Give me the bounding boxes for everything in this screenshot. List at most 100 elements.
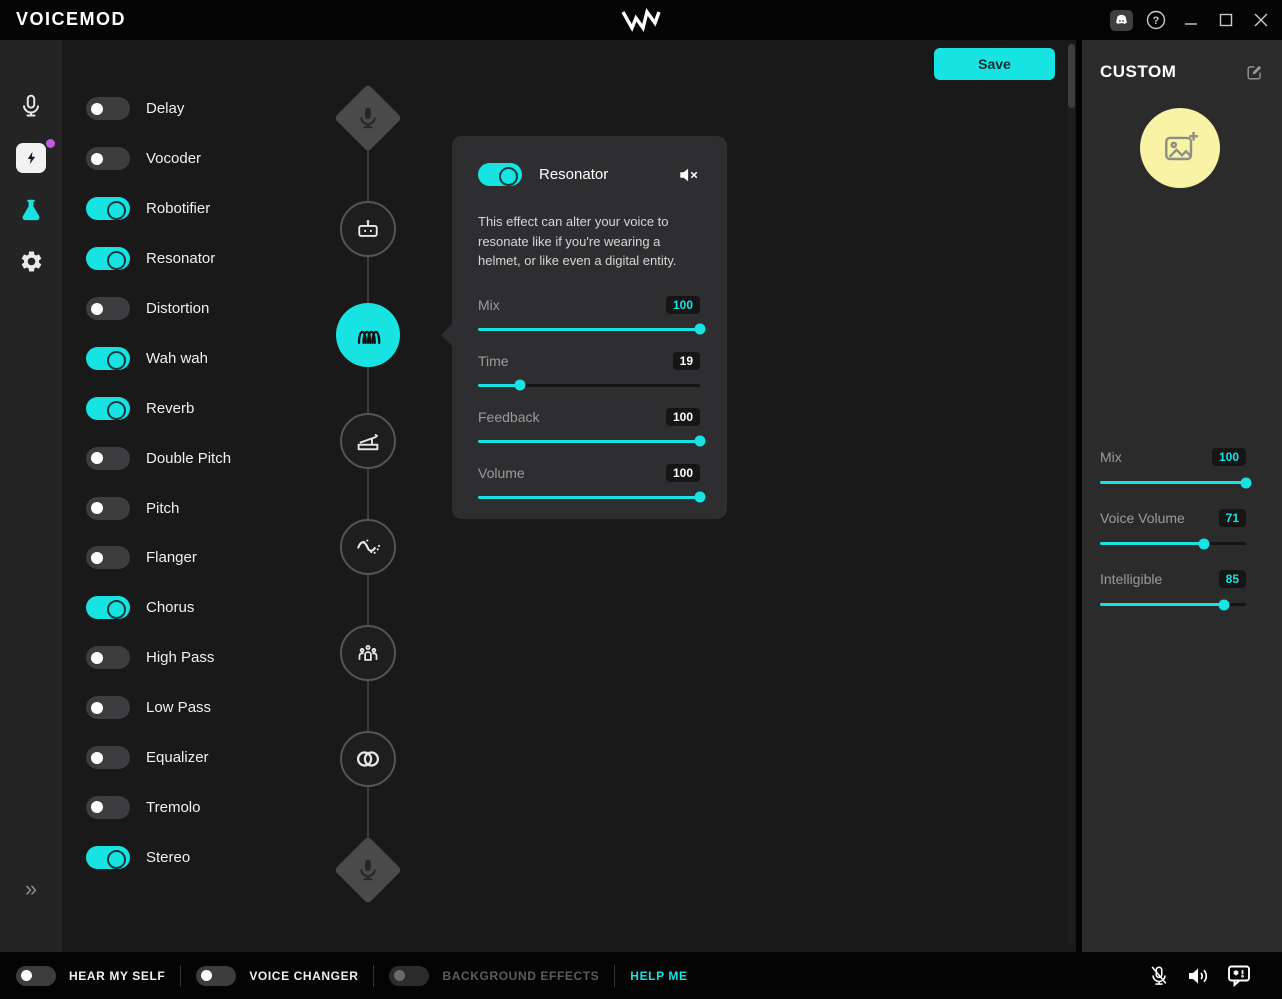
toggle-hear-my-self[interactable] [16,966,56,986]
coil-icon [350,317,386,353]
chain-node-reverb[interactable] [340,519,396,575]
effect-toggle-stereo[interactable] [86,846,130,869]
effect-toggle-high-pass[interactable] [86,646,130,669]
effect-toggle-wah-wah[interactable] [86,347,130,370]
bottom-label: HEAR MY SELF [69,969,165,983]
slider-value-badge: 100 [666,296,700,314]
mic-muted-icon[interactable] [1148,964,1170,988]
toggle-background-effects[interactable] [389,966,429,986]
sidebar-item-flask[interactable] [0,188,62,232]
effect-toggle-delay[interactable] [86,97,130,120]
slider-track[interactable] [1100,542,1246,545]
slider-thumb[interactable] [515,380,526,391]
effect-toggle-reverb[interactable] [86,397,130,420]
help-me-link[interactable]: HELP ME [630,969,687,983]
chain-node-robotifier[interactable] [340,201,396,257]
effect-toggle-robotifier[interactable] [86,197,130,220]
edit-icon[interactable] [1245,63,1264,82]
chain-node-wah-wah[interactable] [340,413,396,469]
app-title: VOICEMOD [16,9,126,30]
effect-label: Distortion [146,300,209,317]
effect-label: High Pass [146,649,214,666]
divider [614,965,615,987]
voicemod-window: VOICEMOD ? [0,0,1282,999]
slider-thumb[interactable] [1241,477,1252,488]
effect-toggle-vocoder[interactable] [86,147,130,170]
slider-thumb[interactable] [1198,538,1209,549]
effect-row-high-pass: High Pass [86,633,231,683]
sidebar-expand-chevrons[interactable]: » [0,876,62,902]
slider-track[interactable] [478,440,700,443]
resonator-popup-toggle[interactable] [478,163,522,186]
slider-track[interactable] [478,384,700,387]
effect-row-tremolo: Tremolo [86,782,231,832]
chain-node-input-mic[interactable] [334,84,402,152]
bottom-toggles: HEAR MY SELFVOICE CHANGERBACKGROUND EFFE… [16,965,599,987]
sidebar-item-voicelab[interactable] [0,136,62,180]
popup-slider-time: Time19 [478,351,700,387]
pedal-icon [353,426,383,456]
slider-label: Voice Volume [1100,510,1185,526]
effect-label: Delay [146,100,184,117]
sidebar-item-settings[interactable] [0,239,62,283]
scrollbar-thumb[interactable] [1068,44,1075,108]
avatar-add-image[interactable] [1140,108,1220,188]
popup-arrow [441,324,452,346]
help-icon[interactable]: ? [1143,7,1169,33]
slider-thumb[interactable] [695,492,706,503]
sidebar-item-microphone[interactable] [0,84,62,128]
titlebar: VOICEMOD ? [0,0,1282,40]
speaker-muted-icon[interactable] [678,166,700,184]
effect-toggle-chorus[interactable] [86,596,130,619]
effect-row-delay: Delay [86,84,231,134]
effect-toggle-equalizer[interactable] [86,746,130,769]
slider-track[interactable] [478,496,700,499]
effect-toggle-resonator[interactable] [86,247,130,270]
effect-label: Robotifier [146,200,210,217]
maximize-icon[interactable] [1213,7,1239,33]
minimize-icon[interactable] [1178,7,1204,33]
discord-icon[interactable] [1108,7,1134,33]
slider-value-badge: 85 [1219,570,1246,588]
slider-value-badge: 19 [673,352,700,370]
effect-toggle-tremolo[interactable] [86,796,130,819]
effect-row-double-pitch: Double Pitch [86,433,231,483]
bottom-label: BACKGROUND EFFECTS [442,969,599,983]
slider-thumb[interactable] [1219,599,1230,610]
chain-node-resonator[interactable] [336,303,400,367]
slider-track[interactable] [478,328,700,331]
bolt-icon [16,143,46,173]
effect-label: Vocoder [146,150,201,167]
voicelab-main: DelayVocoderRobotifierResonatorDistortio… [62,40,1076,952]
effect-toggle-pitch[interactable] [86,497,130,520]
effect-row-stereo: Stereo [86,832,231,882]
slider-thumb[interactable] [695,324,706,335]
effect-toggle-flanger[interactable] [86,546,130,569]
slider-track[interactable] [1100,481,1246,484]
chain-node-chorus[interactable] [340,625,396,681]
close-icon[interactable] [1248,7,1274,33]
slider-thumb[interactable] [695,436,706,447]
effect-toggle-distortion[interactable] [86,297,130,320]
popup-description: This effect can alter your voice to reso… [478,212,700,271]
effect-toggle-double-pitch[interactable] [86,447,130,470]
slider-label: Feedback [478,409,539,425]
chain-node-stereo[interactable] [340,731,396,787]
left-sidebar: » [0,40,62,952]
effect-toggle-low-pass[interactable] [86,696,130,719]
effect-label: Low Pass [146,699,211,716]
custom-panel-title: CUSTOM [1100,62,1176,82]
slider-label: Intelligible [1100,571,1162,587]
speaker-icon[interactable] [1186,965,1210,987]
chain-node-output-mic[interactable] [334,836,402,904]
save-button[interactable]: Save [934,48,1055,80]
slider-track[interactable] [1100,603,1246,606]
effect-label: Pitch [146,500,179,517]
effect-row-vocoder: Vocoder [86,134,231,184]
soundboard-icon[interactable] [1226,963,1252,988]
toggle-voice-changer[interactable] [196,966,236,986]
custom-slider-intelligible: Intelligible 85 [1100,569,1246,606]
bottom-item-hear-my-self: HEAR MY SELF [16,966,165,986]
scrollbar-track[interactable] [1068,44,1075,946]
effect-row-equalizer: Equalizer [86,733,231,783]
